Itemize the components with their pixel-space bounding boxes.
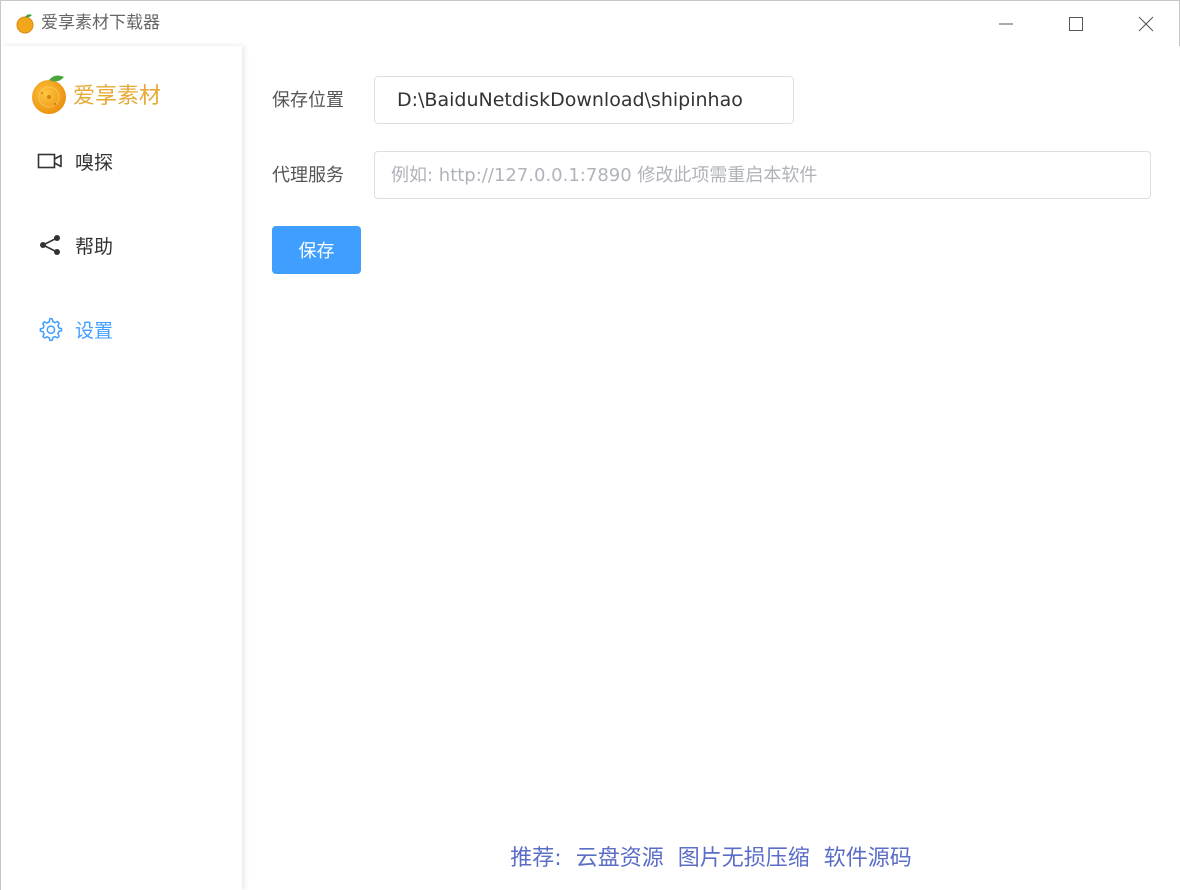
proxy-label: 代理服务 <box>272 165 344 186</box>
minimize-button[interactable] <box>971 1 1041 46</box>
footer-link-image-compression[interactable]: 图片无损压缩 <box>678 840 810 872</box>
footer-prefix: 推荐: <box>510 846 562 871</box>
sidebar: 爱享素材 嗅探 帮助 设置 <box>1 46 242 890</box>
sidebar-item-label: 帮助 <box>75 235 114 258</box>
minimize-icon <box>999 23 1013 24</box>
brand-name: 爱享素材 <box>73 84 162 109</box>
footer-recommendations: 推荐: 云盘资源 图片无损压缩 软件源码 <box>242 841 1180 871</box>
orange-logo-icon <box>16 14 34 34</box>
save-button[interactable]: 保存 <box>272 226 361 274</box>
close-button[interactable] <box>1111 1 1180 46</box>
gear-icon <box>37 317 63 342</box>
settings-panel: 保存位置 代理服务 保存 推荐: 云盘资源 图片无损压缩 软件源码 <box>242 46 1180 890</box>
footer-link-source-code[interactable]: 软件源码 <box>824 840 912 872</box>
sidebar-item-help[interactable]: 帮助 <box>37 230 113 260</box>
window-title: 爱享素材下载器 <box>41 13 160 33</box>
sidebar-item-sniff[interactable]: 嗅探 <box>37 146 113 176</box>
close-icon <box>1138 16 1154 31</box>
footer-link-cloud-resources[interactable]: 云盘资源 <box>576 840 664 872</box>
save-location-label: 保存位置 <box>272 90 344 111</box>
app-window: 爱享素材下载器 爱享素材 嗅探 帮助 设置 保存位置 D:\BaiduNetdi… <box>0 0 1180 890</box>
proxy-input[interactable] <box>374 151 1151 199</box>
share-icon <box>37 233 63 257</box>
video-camera-icon <box>37 149 63 173</box>
brand-logo: 爱享素材 <box>31 72 161 116</box>
maximize-icon <box>1069 16 1083 31</box>
title-bar: 爱享素材下载器 <box>1 1 1179 46</box>
sidebar-item-settings[interactable]: 设置 <box>37 314 113 344</box>
orange-logo-icon <box>32 75 66 114</box>
sidebar-item-label: 嗅探 <box>75 151 114 174</box>
sidebar-item-label: 设置 <box>75 319 114 342</box>
save-location-input[interactable] <box>374 76 794 124</box>
maximize-button[interactable] <box>1041 1 1111 46</box>
